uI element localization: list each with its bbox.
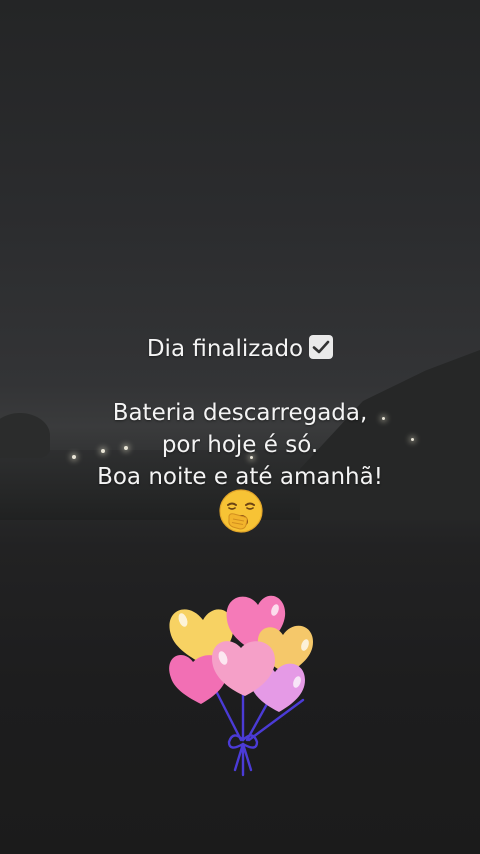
message-line-2: por hoje é só. <box>161 432 319 458</box>
title-text: Dia finalizado <box>146 336 304 362</box>
heart-balloons-icon <box>169 595 313 777</box>
yawning-face-icon <box>219 489 263 533</box>
title-text-line: Dia finalizado <box>0 333 480 365</box>
message-line-1: Bateria descarregada, <box>112 400 368 426</box>
check-mark-icon <box>309 335 334 359</box>
